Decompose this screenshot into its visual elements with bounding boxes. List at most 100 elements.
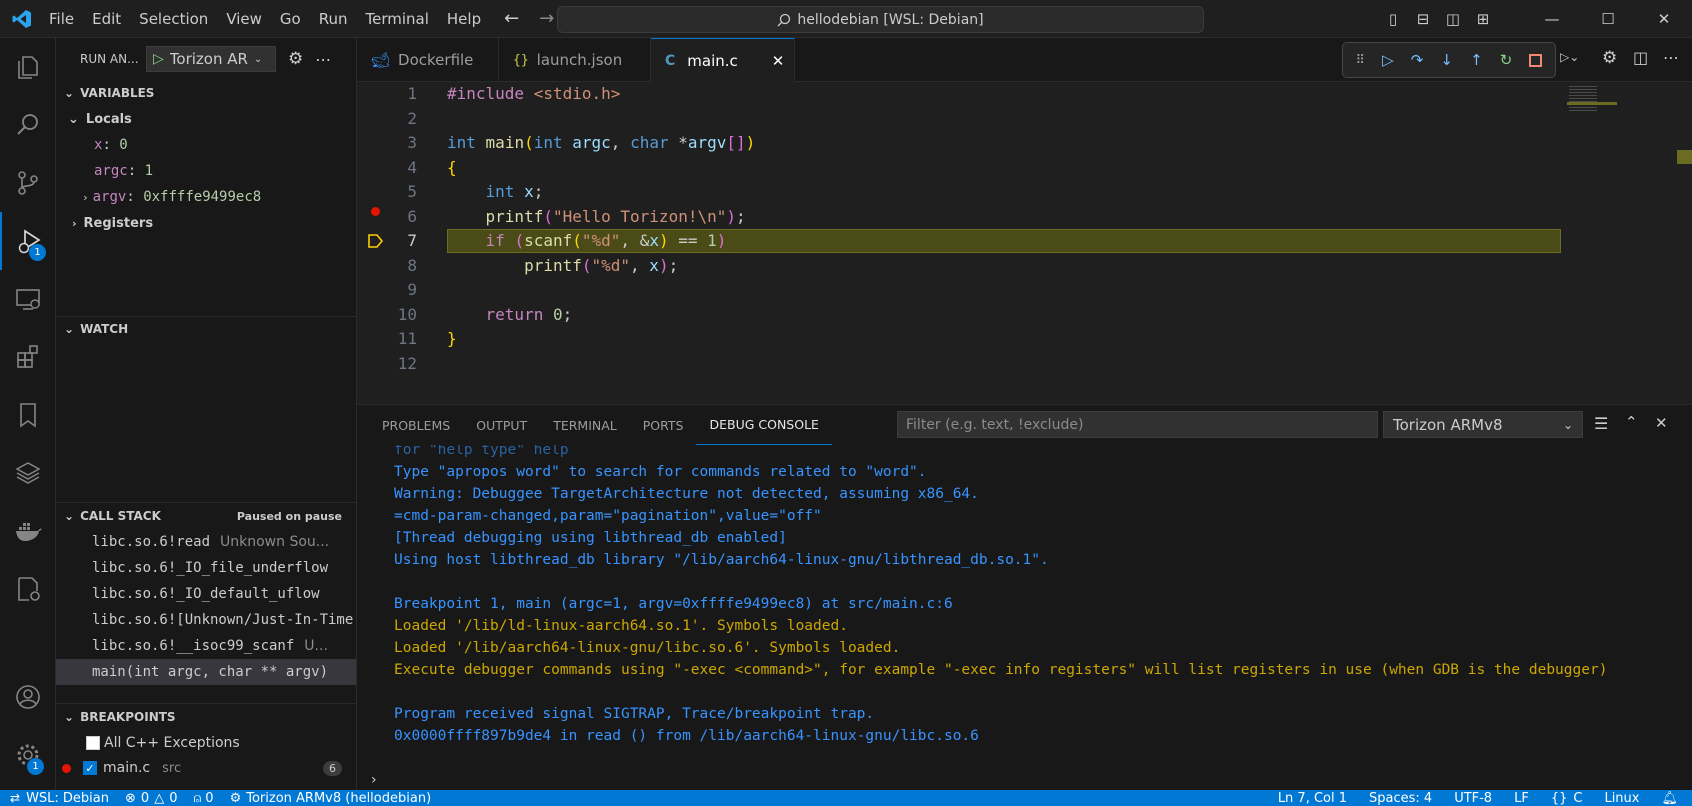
close-window-icon[interactable]: ✕	[1636, 10, 1692, 28]
console-input[interactable]: ›	[357, 769, 1692, 791]
console-filter-input[interactable]: Filter (e.g. text, !exclude)	[897, 411, 1378, 438]
call-stack-frame[interactable]: libc.so.6!__isoc99_scanf U...	[56, 633, 356, 659]
call-stack-frame[interactable]: libc.so.6!_IO_file_underflow	[56, 555, 356, 581]
json-braces-icon: {}	[513, 52, 529, 68]
menu-file[interactable]: File	[40, 10, 83, 28]
explorer-icon[interactable]	[0, 38, 56, 96]
os-indicator[interactable]: Linux	[1604, 791, 1639, 806]
menu-go[interactable]: Go	[271, 10, 310, 28]
minimap[interactable]	[1567, 82, 1627, 382]
debug-config-select[interactable]: ▷ Torizon AR ⌄	[146, 46, 276, 72]
tab-problems[interactable]: PROBLEMS	[369, 405, 463, 445]
sidebar-run-and-debug: RUN AN... ▷ Torizon AR ⌄ ⚙ ⋯ ⌄ VARIABLES …	[56, 38, 357, 790]
variable-row[interactable]: argc: 1	[56, 158, 356, 184]
locals-scope[interactable]: ⌄ Locals	[56, 106, 356, 132]
call-stack-frame-selected[interactable]: main(int argc, char ** argv)	[56, 659, 356, 685]
toggle-secondary-sidebar-icon[interactable]: ◫	[1438, 10, 1468, 28]
tab-dockerfile[interactable]: 🐋︎ Dockerfile	[357, 38, 499, 82]
variable-row[interactable]: › argv: 0xffffe9499ec8	[56, 184, 356, 210]
watch-header[interactable]: ⌄ WATCH	[56, 316, 356, 342]
continue-icon[interactable]: ▷	[1382, 51, 1394, 69]
toggle-primary-sidebar-icon[interactable]: ▯	[1378, 10, 1408, 28]
remote-explorer-icon[interactable]	[0, 270, 56, 328]
menu-edit[interactable]: Edit	[83, 10, 130, 28]
maximize-icon[interactable]: ☐	[1580, 10, 1636, 28]
remote-indicator[interactable]: ⇄ WSL: Debian	[0, 791, 109, 806]
indentation[interactable]: Spaces: 4	[1369, 791, 1432, 806]
problems-indicator[interactable]: ⊗ 0 △ 0	[125, 791, 177, 806]
variables-header[interactable]: ⌄ VARIABLES	[56, 80, 356, 106]
step-into-icon[interactable]: ↓	[1440, 51, 1453, 69]
more-actions-icon[interactable]: ⋯	[1663, 48, 1679, 67]
debug-target-indicator[interactable]: ⚙ Torizon ARMv8 (hellodebian)	[230, 791, 432, 806]
clear-console-icon[interactable]: ☰	[1594, 414, 1608, 433]
checkbox-unchecked[interactable]	[86, 736, 100, 750]
torizon-settings-icon[interactable]	[0, 560, 56, 618]
extensions-icon[interactable]	[0, 328, 56, 386]
tab-output[interactable]: OUTPUT	[463, 405, 540, 445]
call-stack-frame[interactable]: libc.so.6!read Unknown Sou...	[56, 529, 356, 555]
source-control-icon[interactable]	[0, 154, 56, 212]
frame-source: U...	[304, 638, 328, 654]
forward-arrow-icon[interactable]: →	[539, 8, 554, 29]
layers-icon[interactable]	[0, 444, 56, 502]
tab-launch-json[interactable]: {} launch.json	[499, 38, 651, 82]
split-editor-icon[interactable]: ◫	[1633, 48, 1648, 67]
encoding[interactable]: UTF-8	[1454, 791, 1492, 806]
search-icon[interactable]	[0, 96, 56, 154]
breakpoint-row[interactable]: All C++ Exceptions	[56, 730, 240, 756]
breakpoint-row[interactable]: ✓ main.c src 6	[56, 755, 356, 781]
step-out-icon[interactable]: ↑	[1470, 51, 1483, 69]
registers-scope[interactable]: › Registers	[56, 210, 356, 236]
close-panel-icon[interactable]: ✕	[1655, 414, 1668, 432]
more-actions-icon[interactable]: ⋯	[315, 50, 331, 69]
close-icon[interactable]: ✕	[772, 52, 785, 70]
run-and-debug-icon[interactable]: 1	[0, 212, 56, 270]
debug-session-select[interactable]: Torizon ARMv8 ⌄	[1383, 411, 1583, 438]
frame-name: libc.so.6![Unknown/Just-In-Time	[92, 612, 354, 628]
customize-layout-icon[interactable]: ⊞	[1468, 10, 1498, 28]
back-arrow-icon[interactable]: ←	[504, 8, 519, 29]
menu-selection[interactable]: Selection	[130, 10, 217, 28]
call-stack-header[interactable]: ⌄ CALL STACK Paused on pause	[56, 503, 356, 529]
code-view[interactable]: 1 #include <stdio.h> 2 3 int main(int argc…	[357, 82, 1692, 404]
call-stack-frame[interactable]: libc.so.6!_IO_default_uflow	[56, 581, 356, 607]
start-debugging-icon[interactable]: ▷	[153, 51, 164, 67]
notifications-bell-icon[interactable]: 🔔︎	[1661, 791, 1678, 806]
eol[interactable]: LF	[1514, 791, 1529, 806]
gear-icon[interactable]: ⚙	[288, 49, 303, 69]
menu-view[interactable]: View	[217, 10, 271, 28]
step-over-icon[interactable]: ↷	[1411, 51, 1424, 69]
maximize-panel-icon[interactable]: ⌃	[1625, 413, 1638, 431]
tab-terminal[interactable]: TERMINAL	[540, 405, 630, 445]
manage-gear-icon[interactable]: 1	[0, 726, 56, 784]
command-center[interactable]: hellodebian [WSL: Debian]	[557, 6, 1204, 33]
toggle-panel-icon[interactable]: ⊟	[1408, 10, 1438, 28]
drag-handle-icon[interactable]: ⠿	[1356, 53, 1366, 68]
tab-main-c[interactable]: Cmain.c ✕	[651, 38, 795, 82]
breakpoints-title: BREAKPOINTS	[80, 710, 176, 724]
language-mode[interactable]: {} C	[1551, 791, 1583, 806]
gear-icon[interactable]: ⚙	[1602, 48, 1617, 68]
accounts-icon[interactable]	[0, 668, 56, 726]
debug-console-output[interactable]: for "help type" help Type "apropos word"…	[357, 445, 1692, 769]
menu-run[interactable]: Run	[310, 10, 357, 28]
restart-icon[interactable]: ↻	[1500, 51, 1513, 69]
breakpoints-header[interactable]: ⌄ BREAKPOINTS	[56, 704, 356, 730]
tab-debug-console[interactable]: DEBUG CONSOLE	[696, 405, 832, 445]
checkbox-checked[interactable]: ✓	[83, 761, 97, 775]
docker-icon[interactable]	[0, 502, 56, 560]
variable-row[interactable]: x: 0	[56, 132, 356, 158]
menu-terminal[interactable]: Terminal	[357, 10, 438, 28]
menu-help[interactable]: Help	[438, 10, 490, 28]
vscode-logo-icon	[4, 9, 40, 29]
tab-ports[interactable]: PORTS	[630, 405, 697, 445]
call-stack-frame[interactable]: libc.so.6![Unknown/Just-In-Time	[56, 607, 356, 633]
stop-icon[interactable]	[1529, 53, 1543, 67]
run-dropdown-icon[interactable]: ▷⌄	[1560, 50, 1579, 64]
title-bar: File Edit Selection View Go Run Terminal…	[0, 0, 1692, 38]
ports-indicator[interactable]: ⍝ 0	[193, 791, 213, 806]
bookmark-icon[interactable]	[0, 386, 56, 444]
minimize-icon[interactable]: —	[1524, 10, 1580, 28]
cursor-position[interactable]: Ln 7, Col 1	[1278, 791, 1347, 806]
